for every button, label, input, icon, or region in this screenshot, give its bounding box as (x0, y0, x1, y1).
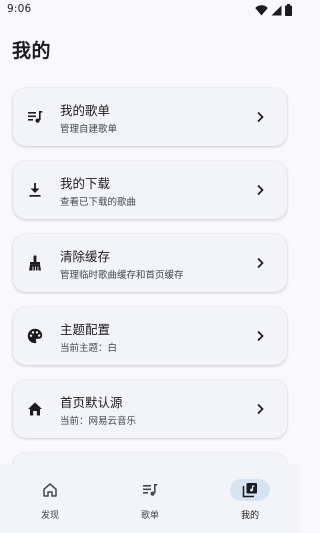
chevron-right-icon (255, 330, 265, 342)
broom-icon (27, 255, 43, 271)
theme-settings-card[interactable]: 主题配置 当前主题：白 (13, 307, 287, 365)
more-settings-card[interactable] (13, 453, 287, 464)
library-icon (242, 482, 258, 498)
bottom-nav: 发现 歌单 我的 (0, 464, 300, 533)
settings-list[interactable]: 我的 我的歌单 管理自建歌单 我的下载 查看已下载的歌曲 清除缓存 管理临时歌曲… (0, 0, 300, 464)
my-downloads-card[interactable]: 我的下载 查看已下载的歌曲 (13, 161, 287, 219)
card-title: 主题配置 (60, 322, 111, 337)
palette-icon (27, 328, 43, 344)
nav-item-playlists[interactable]: 歌单 (100, 464, 200, 533)
card-subtitle: 当前：网易云音乐 (60, 416, 137, 427)
chevron-right-icon (255, 184, 265, 196)
my-playlists-card[interactable]: 我的歌单 管理自建歌单 (13, 88, 287, 146)
chevron-right-icon (255, 257, 265, 269)
card-subtitle: 查看已下载的歌曲 (60, 197, 137, 208)
page-title: 我的 (12, 40, 52, 62)
nav-item-mine[interactable]: 我的 (200, 464, 300, 533)
chevron-right-icon (255, 111, 265, 123)
playlist-icon (142, 482, 158, 498)
home-outline-icon (42, 482, 58, 498)
card-subtitle: 当前主题：白 (60, 343, 118, 354)
nav-label: 我的 (240, 511, 259, 521)
nav-label: 发现 (40, 511, 59, 521)
card-subtitle: 管理自建歌单 (60, 124, 118, 135)
chevron-right-icon (255, 403, 265, 415)
home-icon (27, 401, 43, 417)
clear-cache-card[interactable]: 清除缓存 管理临时歌曲缓存和首页缓存 (13, 234, 287, 292)
card-title: 首页默认源 (60, 395, 123, 410)
card-subtitle: 管理临时歌曲缓存和首页缓存 (60, 270, 184, 281)
nav-label: 歌单 (140, 511, 159, 521)
default-home-source-card[interactable]: 首页默认源 当前：网易云音乐 (13, 380, 287, 438)
nav-item-discover[interactable]: 发现 (0, 464, 100, 533)
card-title: 我的下载 (60, 176, 111, 191)
playlist-icon (27, 109, 43, 125)
card-title: 我的歌单 (60, 103, 111, 118)
card-title: 清除缓存 (60, 249, 111, 264)
download-icon (27, 182, 43, 198)
